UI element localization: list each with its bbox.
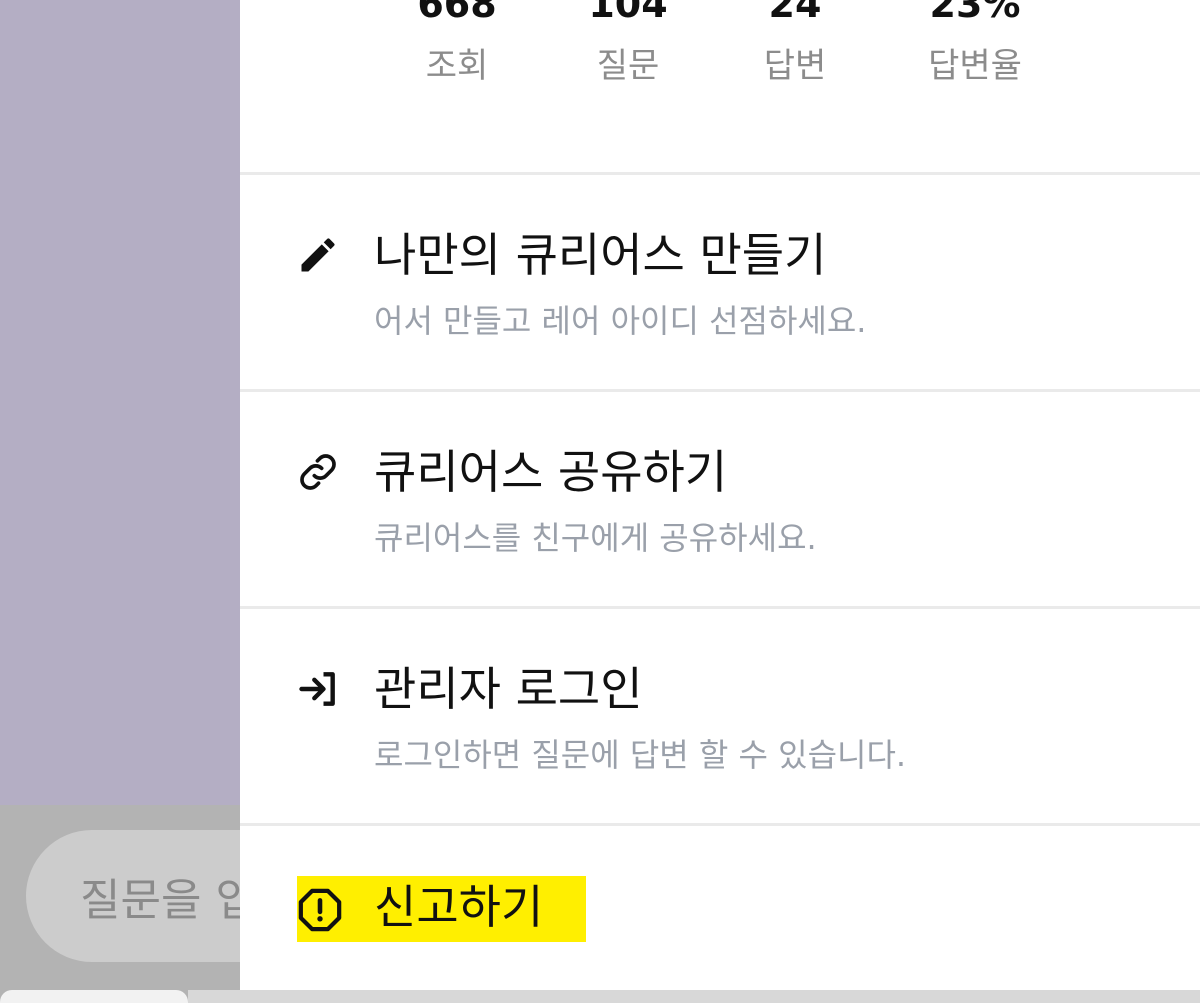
stat-questions-label: 질문 — [596, 46, 660, 86]
app-root: 질문을 입력하세요 668 조회 104 질문 24 답변 23% 답변율 — [0, 0, 1200, 1003]
menu-item-login-desc: 로그인하면 질문에 답변 할 수 있습니다. — [374, 736, 907, 774]
stat-answer-rate: 23% 답변율 — [910, 0, 1040, 86]
menu-item-share[interactable]: 큐리어스 공유하기 큐리어스를 친구에게 공유하세요. — [240, 392, 1200, 606]
stat-answers: 24 답변 — [745, 0, 845, 86]
stats-row: 668 조회 104 질문 24 답변 23% 답변율 — [240, 0, 1200, 172]
menu-item-report[interactable]: 신고하기 — [297, 876, 586, 942]
stat-views: 668 조회 — [407, 0, 507, 86]
alert-octagon-icon — [298, 888, 342, 932]
stat-answer-rate-value: 23% — [929, 0, 1021, 26]
menu-item-create[interactable]: 나만의 큐리어스 만들기 어서 만들고 레어 아이디 선점하세요. — [240, 175, 1200, 389]
menu-item-share-desc: 큐리어스를 친구에게 공유하세요. — [374, 519, 817, 557]
menu-item-report-title: 신고하기 — [374, 880, 544, 934]
stat-questions-value: 104 — [588, 0, 668, 26]
page-backdrop[interactable] — [0, 0, 240, 805]
stat-questions: 104 질문 — [578, 0, 678, 86]
link-icon — [300, 454, 336, 490]
drawer-bottom-edge — [188, 990, 1200, 1003]
menu-item-create-desc: 어서 만들고 레어 아이디 선점하세요. — [374, 302, 867, 340]
pencil-icon — [301, 238, 335, 272]
stat-views-label: 조회 — [425, 46, 489, 86]
bottom-tab[interactable] — [0, 990, 188, 1003]
divider — [240, 823, 1200, 826]
menu-item-share-title: 큐리어스 공유하기 — [374, 445, 728, 499]
stat-views-value: 668 — [417, 0, 497, 26]
menu-item-login[interactable]: 관리자 로그인 로그인하면 질문에 답변 할 수 있습니다. — [240, 609, 1200, 823]
login-icon — [299, 672, 335, 706]
stat-answers-value: 24 — [768, 0, 822, 26]
side-drawer: 668 조회 104 질문 24 답변 23% 답변율 나만의 큐리어스 만들기 — [240, 0, 1200, 990]
stat-answer-rate-label: 답변율 — [928, 46, 1022, 86]
stat-answers-label: 답변 — [763, 46, 827, 86]
menu-item-login-title: 관리자 로그인 — [374, 662, 643, 716]
menu-item-create-title: 나만의 큐리어스 만들기 — [374, 228, 827, 282]
